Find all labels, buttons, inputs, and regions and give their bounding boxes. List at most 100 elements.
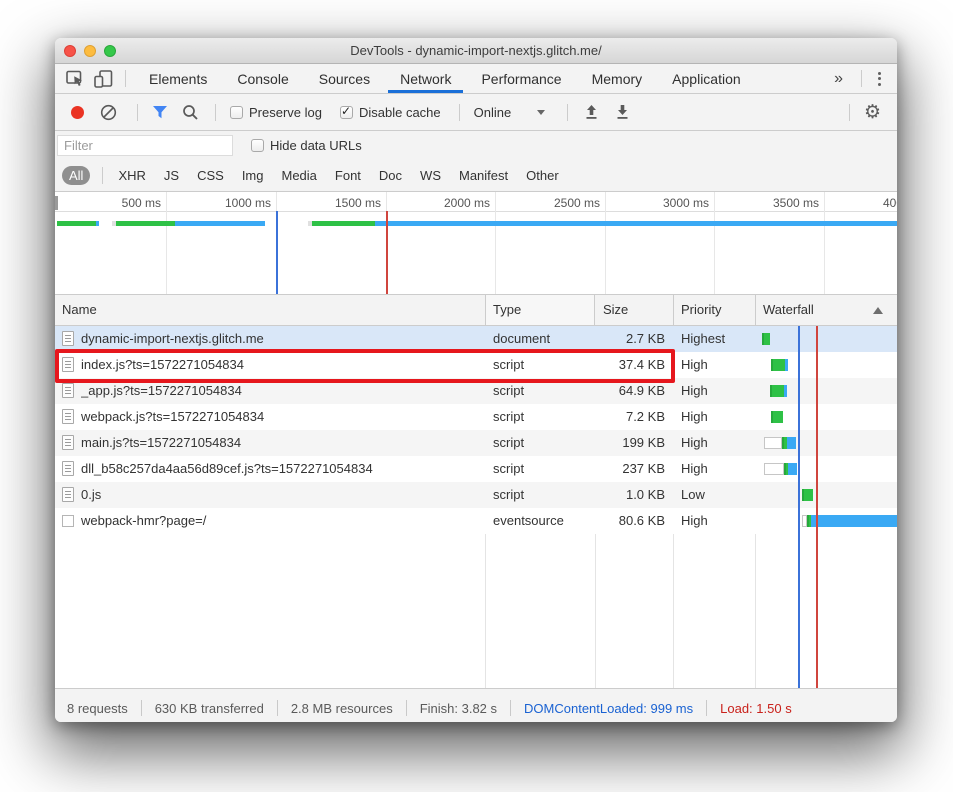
inspect-icon [66,70,85,88]
inspect-button[interactable] [61,66,89,92]
status-bar: 8 requests630 KB transferred2.8 MB resou… [55,688,897,722]
cell-size: 2.7 KB [589,326,665,352]
waterfall-bar [787,437,796,449]
filter-pill-all[interactable]: All [62,166,90,185]
cell-size: 37.4 KB [589,352,665,378]
export-har-button[interactable] [615,104,630,120]
timeline-gridline [714,192,715,294]
gear-icon[interactable]: ⚙ [858,103,887,122]
preserve-log-label[interactable]: Preserve log [249,105,322,120]
preserve-log-checkbox[interactable] [230,106,243,119]
tab-sources[interactable]: Sources [304,64,385,93]
divider [567,104,568,121]
tab-network[interactable]: Network [385,64,466,93]
cell-name: main.js?ts=1572271054834 [81,430,479,456]
table-row[interactable]: main.js?ts=1572271054834script199 KBHigh [55,430,897,456]
overview-bar [312,221,375,226]
filter-pill-css[interactable]: CSS [190,166,231,185]
tab-application[interactable]: Application [657,64,756,93]
import-har-button[interactable] [584,104,599,120]
hide-data-urls-checkbox[interactable] [251,139,264,152]
cell-name: dynamic-import-nextjs.glitch.me [81,326,479,352]
waterfall-bar [784,385,787,397]
waterfall-bar [770,385,784,397]
status-dcl: DOMContentLoaded: 999 ms [522,701,695,716]
document-icon [62,383,74,398]
record-button[interactable] [71,106,84,119]
filter-pill-doc[interactable]: Doc [372,166,409,185]
table-row[interactable]: 0.jsscript1.0 KBLow [55,482,897,508]
resource-type-filter: All XHR JSCSSImgMedia FontDocWSManifestOthe… [55,160,897,192]
tab-performance[interactable]: Performance [466,64,576,93]
table-row[interactable]: webpack.js?ts=1572271054834script7.2 KBH… [55,404,897,430]
timeline-tick-label: 3500 ms [773,196,824,210]
cell-type: script [493,404,589,430]
divider [510,700,511,716]
disable-cache-label[interactable]: Disable cache [359,105,441,120]
minimize-button[interactable] [84,45,96,57]
close-button[interactable] [64,45,76,57]
filter-input[interactable] [57,135,233,156]
filter-pill-font[interactable]: Font [328,166,368,185]
tab-elements[interactable]: Elements [134,64,222,93]
timeline-tick-label: 4000 ms [883,196,897,210]
overview-handle[interactable] [55,196,58,210]
throttling-select[interactable]: Online [474,105,512,120]
timeline-gridline [495,192,496,294]
more-tabs-button[interactable]: » [824,70,853,88]
cell-type: script [493,482,589,508]
clear-button[interactable] [100,104,117,121]
cell-name: webpack-hmr?page=/ [81,508,479,534]
column-header-waterfall[interactable]: Waterfall [763,295,814,325]
waterfall-bar [764,437,782,449]
cell-priority: High [681,508,751,534]
load-event-line [386,211,388,294]
table-row[interactable]: _app.js?ts=1572271054834script64.9 KBHig… [55,378,897,404]
cell-type: script [493,378,589,404]
cell-priority: Low [681,482,751,508]
waterfall-bar [785,359,788,371]
table-row[interactable]: dll_b58c257da4aa56d89cef.js?ts=157227105… [55,456,897,482]
column-header-priority[interactable]: Priority [681,295,721,325]
timeline-tick-label: 3000 ms [663,196,714,210]
column-header-size[interactable]: Size [603,295,628,325]
column-header-name[interactable]: Name [62,295,97,325]
device-toolbar-button[interactable] [89,66,117,92]
cell-priority: High [681,404,751,430]
timeline-overview[interactable]: 500 ms1000 ms1500 ms2000 ms2500 ms3000 m… [55,192,897,295]
filter-pill-js[interactable]: JS [157,166,186,185]
divider [102,167,103,184]
search-button[interactable] [182,104,199,121]
devtools-menu-button[interactable] [870,72,889,86]
filter-pill-img[interactable]: Img [235,166,271,185]
hide-data-urls-label[interactable]: Hide data URLs [270,138,362,153]
export-har-icon [615,104,630,120]
filter-pill-ws[interactable]: WS [413,166,448,185]
filter-pill-media[interactable]: Media [274,166,323,185]
document-icon [62,435,74,450]
cell-type: eventsource [493,508,589,534]
table-row[interactable]: webpack-hmr?page=/eventsource80.6 KBHigh [55,508,897,534]
sort-asc-icon[interactable] [873,307,883,314]
dropdown-caret-icon[interactable] [537,110,545,115]
column-header-type[interactable]: Type [493,295,521,325]
cell-name: _app.js?ts=1572271054834 [81,378,479,404]
filter-funnel-icon [152,106,168,119]
table-row[interactable]: dynamic-import-nextjs.glitch.medocument2… [55,326,897,352]
waterfall-bar [802,489,813,501]
filter-pill-other[interactable]: Other [519,166,566,185]
disable-cache-checkbox[interactable] [340,106,353,119]
filter-button[interactable] [152,106,168,119]
table-row[interactable]: index.js?ts=1572271054834script37.4 KBHi… [55,352,897,378]
tab-console[interactable]: Console [222,64,303,93]
tab-memory[interactable]: Memory [577,64,658,93]
more-tabs-icon: » [834,70,843,87]
divider [215,104,216,121]
filter-pill-xhr[interactable]: XHR [111,166,152,185]
import-har-icon [584,104,599,120]
timeline-tick-label: 500 ms [122,196,166,210]
zoom-button[interactable] [104,45,116,57]
filter-pill-manifest[interactable]: Manifest [452,166,515,185]
cell-size: 7.2 KB [589,404,665,430]
resource-icon [62,515,74,527]
